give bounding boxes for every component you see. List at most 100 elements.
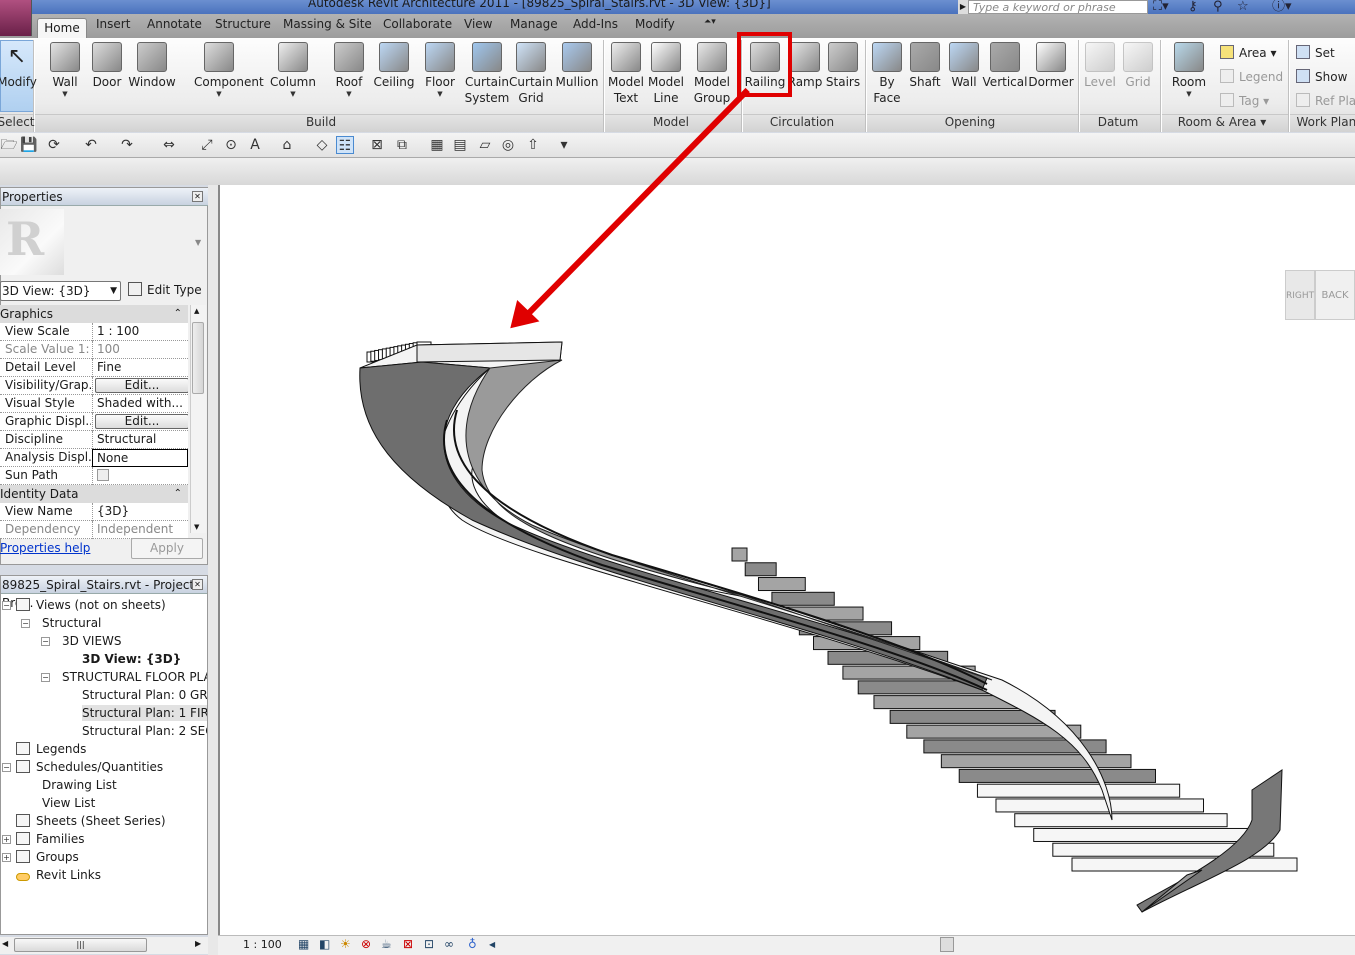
tab-annotate[interactable]: Annotate	[147, 17, 202, 31]
tree-node[interactable]: Groups	[16, 849, 79, 865]
tree-node[interactable]: Legends	[16, 741, 86, 757]
type-selector[interactable]: 3D View: {3D} ▼	[0, 281, 121, 301]
vertical-button[interactable]: Vertical	[980, 42, 1030, 90]
set-work-plane-button[interactable]: Set	[1296, 45, 1335, 60]
properties-scroll-thumb[interactable]	[192, 322, 204, 394]
tab-view[interactable]: View	[464, 17, 492, 31]
tree-toggle-icon[interactable]: −	[41, 637, 50, 646]
panel-splitter[interactable]	[208, 185, 218, 955]
scroll-down-icon[interactable]: ▼	[194, 523, 199, 531]
reveal-hidden-icon[interactable]: ♁	[468, 937, 477, 951]
minimize-ribbon-icon[interactable]: ⏶▾	[704, 17, 716, 27]
scroll-left-icon[interactable]: ◀	[489, 940, 495, 949]
viewcube-back-face[interactable]: BACK	[1315, 270, 1355, 320]
edit-button[interactable]: Edit...	[95, 378, 188, 393]
help-icon[interactable]: ⓘ▾	[1272, 0, 1292, 14]
3d-view-canvas[interactable]	[218, 87, 1355, 935]
scroll-right-icon[interactable]: ▶	[195, 939, 201, 948]
tab-insert[interactable]: Insert	[96, 17, 130, 31]
3d-view-icon[interactable]: ⌂	[278, 136, 296, 154]
apply-button[interactable]: Apply	[131, 538, 203, 559]
modify-button[interactable]: ↖ Modify	[0, 42, 42, 90]
tree-toggle-icon[interactable]: −	[2, 601, 11, 610]
application-menu-button[interactable]	[0, 0, 32, 36]
tab-structure[interactable]: Structure	[215, 17, 271, 31]
tree-toggle-icon[interactable]: +	[2, 853, 11, 862]
sync-icon[interactable]: ⟳	[45, 136, 63, 154]
thin-lines-icon[interactable]: ☷	[336, 136, 354, 154]
tab-massing-site[interactable]: Massing & Site	[283, 17, 372, 31]
legend-button[interactable]: Legend	[1220, 69, 1283, 84]
undo-icon[interactable]: ↶	[82, 136, 100, 154]
detail-level-icon[interactable]: ▦	[298, 937, 309, 951]
search-expand-icon[interactable]: ▶	[958, 0, 968, 14]
tab-manage[interactable]: Manage	[510, 17, 558, 31]
tree-node[interactable]: Structural Plan: 1 FIRST	[82, 705, 207, 721]
tag-icon[interactable]: ⊙	[222, 136, 240, 154]
edit-type-button[interactable]: Edit Type	[128, 282, 202, 297]
switch-windows-icon[interactable]: ⧉	[393, 136, 411, 154]
tree-node[interactable]: Structural Plan: 2 SECOND	[82, 723, 207, 739]
tab-add-ins[interactable]: Add-Ins	[573, 17, 618, 31]
redo-icon[interactable]: ↷	[118, 136, 136, 154]
open-icon[interactable]: 🗁	[0, 136, 18, 154]
tree-node[interactable]: Structural	[42, 615, 101, 631]
crop-region-icon[interactable]: ⊡	[424, 937, 434, 951]
dormer-button[interactable]: Dormer	[1026, 42, 1076, 90]
measure-icon[interactable]: ⇔	[160, 136, 178, 154]
type-dropdown-arrow-icon[interactable]: ▼	[195, 238, 201, 247]
star-icon[interactable]: ☆	[1237, 0, 1249, 14]
sun-path-checkbox[interactable]	[97, 469, 109, 481]
text-icon[interactable]: A	[246, 136, 264, 154]
view-scale[interactable]: 1 : 100	[243, 938, 282, 951]
tile-icon[interactable]: ▦	[428, 136, 446, 154]
tree-node[interactable]: Structural Plan: 0 GROUND	[82, 687, 207, 703]
viewcube-right-face[interactable]: RIGHT	[1285, 270, 1315, 320]
tree-node[interactable]: 3D View: {3D}	[82, 651, 181, 667]
floor-button[interactable]: Floor ▼	[415, 42, 465, 98]
section-icon[interactable]: ◇	[313, 136, 331, 154]
canvas-scroll-thumb[interactable]	[940, 937, 954, 952]
key-icon[interactable]: ⚷	[1188, 0, 1198, 14]
tree-node[interactable]: Families	[16, 831, 84, 847]
tree-node[interactable]: 3D VIEWS	[62, 633, 122, 649]
property-group-0[interactable]: Graphics ⌃	[0, 305, 188, 323]
save-icon[interactable]: 💾	[20, 136, 38, 154]
binoculars-icon[interactable]: ⛶▾	[1153, 0, 1169, 14]
close-hidden-icon[interactable]: ⊠	[368, 136, 386, 154]
browser-scroll-thumb[interactable]: |||	[14, 938, 147, 952]
satellite-icon[interactable]: ⚲	[1213, 0, 1223, 14]
room-button[interactable]: Room ▼	[1164, 42, 1214, 98]
tree-node[interactable]: STRUCTURAL FLOOR PLAN	[62, 669, 207, 685]
roof-button[interactable]: Roof ▼	[324, 42, 374, 98]
tab-home[interactable]: Home	[37, 18, 87, 39]
edit-button[interactable]: Edit...	[95, 414, 188, 429]
shadows-icon[interactable]: ⊗	[361, 937, 371, 951]
crop-view-icon[interactable]: ⊠	[403, 937, 413, 951]
stairs-button[interactable]: Stairs	[818, 42, 868, 90]
area-button[interactable]: Area ▾	[1220, 45, 1276, 60]
tree-node[interactable]: View List	[42, 795, 95, 811]
sun-path-icon[interactable]: ☀	[340, 937, 351, 951]
panel-select[interactable]: Select	[0, 115, 35, 129]
component-button[interactable]: Component ▼	[194, 42, 264, 98]
close-icon[interactable]: ✕	[192, 191, 203, 202]
show-work-plane-button[interactable]: Show	[1296, 69, 1347, 84]
show-grid-icon[interactable]: ▤	[451, 136, 469, 154]
visual-style-icon[interactable]: ◧	[319, 937, 330, 951]
tree-node[interactable]: Revit Links	[16, 867, 101, 883]
tab-modify[interactable]: Modify	[635, 17, 675, 31]
close-icon[interactable]: ✕	[192, 579, 203, 590]
window-button[interactable]: Window	[127, 42, 177, 90]
tree-node[interactable]: Drawing List	[42, 777, 117, 793]
scroll-up-icon[interactable]: ▲	[194, 307, 199, 315]
door-button[interactable]: Door	[82, 42, 132, 90]
ceiling-button[interactable]: Ceiling	[369, 42, 419, 90]
tag-button[interactable]: Tag ▾	[1220, 93, 1269, 108]
tree-toggle-icon[interactable]: −	[21, 619, 30, 628]
properties-help-link[interactable]: Properties help	[0, 541, 90, 555]
property-group-1[interactable]: Identity Data ⌃	[0, 485, 188, 503]
panel-room-area[interactable]: Room & Area ▾	[1178, 115, 1267, 129]
temporary-hide-icon[interactable]: ∞	[444, 937, 454, 951]
tree-node[interactable]: Sheets (Sheet Series)	[16, 813, 166, 829]
